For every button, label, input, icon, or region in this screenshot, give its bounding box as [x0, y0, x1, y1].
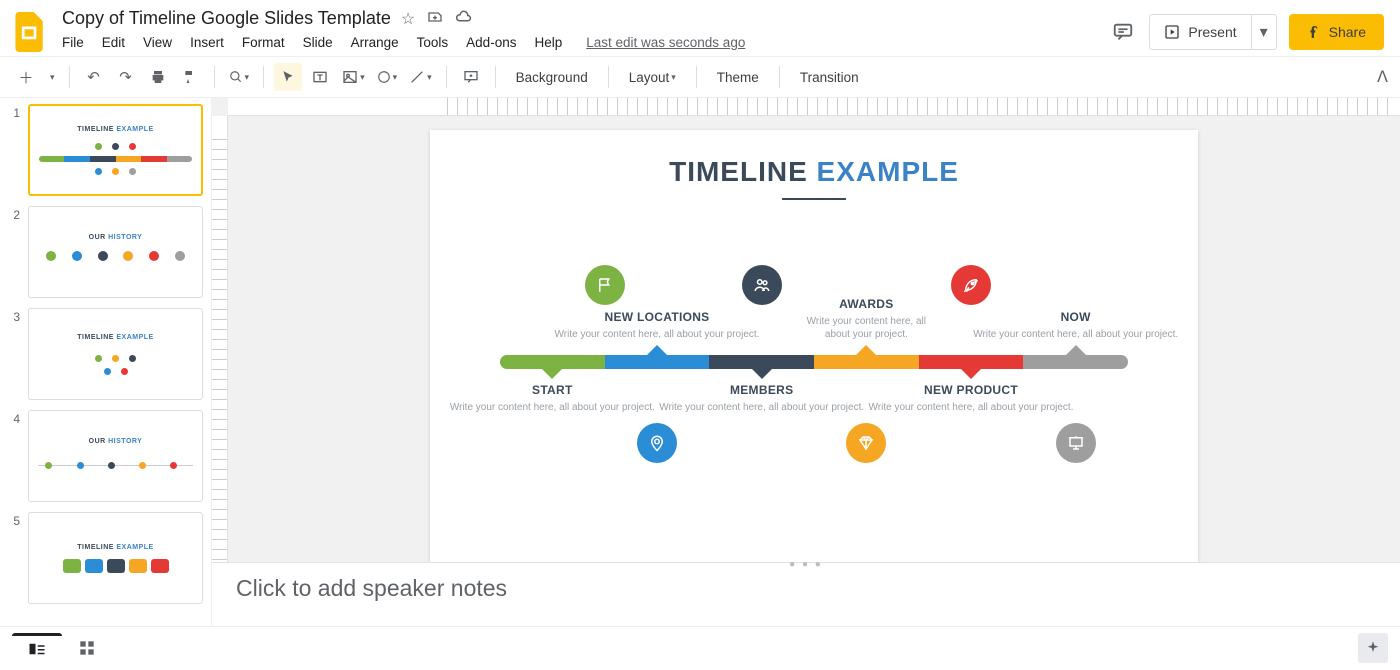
- slide-panel[interactable]: 1 TIMELINE EXAMPLE 2 OUR HISTORY 3 TIMEL…: [0, 98, 212, 626]
- timeline-bar[interactable]: START Write your content here, all about…: [500, 355, 1128, 369]
- slide-canvas[interactable]: TIMELINE EXAMPLE START Write your conten…: [430, 130, 1198, 562]
- present-button[interactable]: Present: [1150, 15, 1251, 49]
- cloud-status-icon[interactable]: [455, 9, 473, 29]
- menu-format[interactable]: Format: [242, 35, 285, 50]
- line-icon[interactable]: [405, 63, 436, 91]
- comment-insert-icon[interactable]: [457, 63, 485, 91]
- notes-placeholder: Click to add speaker notes: [236, 575, 507, 601]
- slide-thumb-3[interactable]: TIMELINE EXAMPLE: [28, 308, 203, 400]
- new-slide-dropdown[interactable]: [44, 63, 59, 91]
- slide-thumb-2[interactable]: OUR HISTORY: [28, 206, 203, 298]
- menu-file[interactable]: File: [62, 35, 84, 50]
- doc-title[interactable]: Copy of Timeline Google Slides Template: [62, 8, 391, 29]
- milestone-new-locations[interactable]: NEW LOCATIONS Write your content here, a…: [552, 310, 762, 341]
- canvas-area: TIMELINE EXAMPLE START Write your conten…: [212, 98, 1400, 626]
- redo-icon[interactable]: ↷: [112, 63, 140, 91]
- milestone-members[interactable]: MEMBERS Write your content here, all abo…: [657, 383, 867, 414]
- grid-view-icon[interactable]: [62, 633, 112, 663]
- layout-dropdown[interactable]: Layout: [619, 63, 686, 91]
- comments-icon[interactable]: [1109, 18, 1137, 46]
- background-button[interactable]: Background: [506, 63, 598, 91]
- menu-slide[interactable]: Slide: [303, 35, 333, 50]
- filmstrip-view-icon[interactable]: [12, 633, 62, 663]
- ruler-vertical: [212, 116, 228, 626]
- app-header: Copy of Timeline Google Slides Template …: [0, 0, 1400, 56]
- menu-edit[interactable]: Edit: [102, 35, 125, 50]
- menu-view[interactable]: View: [143, 35, 172, 50]
- users-icon: [742, 265, 782, 305]
- presentation-icon: [1056, 423, 1096, 463]
- menu-bar: File Edit View Insert Format Slide Arran…: [62, 31, 1097, 56]
- ruler-horizontal: [228, 98, 1400, 116]
- thumb-number: 2: [0, 206, 20, 298]
- flag-icon: [585, 265, 625, 305]
- share-button[interactable]: Share: [1289, 14, 1384, 50]
- menu-insert[interactable]: Insert: [190, 35, 224, 50]
- new-slide-button[interactable]: ＋: [12, 63, 40, 91]
- milestone-new-product[interactable]: NEW PRODUCT Write your content here, all…: [866, 383, 1076, 414]
- menu-addons[interactable]: Add-ons: [466, 35, 516, 50]
- theme-button[interactable]: Theme: [707, 63, 769, 91]
- speaker-notes[interactable]: ● ● ● Click to add speaker notes: [212, 562, 1400, 626]
- undo-icon[interactable]: ↶: [80, 63, 108, 91]
- slides-logo[interactable]: [10, 12, 50, 52]
- thumb-number: 5: [0, 512, 20, 604]
- toolbar: ＋ ↶ ↷ Background Layout Theme Transition…: [0, 56, 1400, 98]
- diamond-icon: [846, 423, 886, 463]
- milestone-start[interactable]: START Write your content here, all about…: [447, 383, 657, 414]
- zoom-dropdown[interactable]: [225, 63, 254, 91]
- slide-thumb-1[interactable]: TIMELINE EXAMPLE: [28, 104, 203, 196]
- thumb-number: 3: [0, 308, 20, 400]
- collapse-toolbar-icon[interactable]: ᐱ: [1377, 67, 1388, 87]
- thumb-number: 1: [0, 104, 20, 196]
- pin-icon: [637, 423, 677, 463]
- title-underline: [782, 198, 846, 200]
- slide-thumb-5[interactable]: TIMELINE EXAMPLE: [28, 512, 203, 604]
- menu-tools[interactable]: Tools: [417, 35, 449, 50]
- notes-drag-handle[interactable]: ● ● ●: [789, 559, 823, 570]
- menu-help[interactable]: Help: [534, 35, 562, 50]
- last-edit-link[interactable]: Last edit was seconds ago: [586, 35, 745, 50]
- shape-icon[interactable]: [373, 63, 402, 91]
- print-icon[interactable]: [144, 63, 172, 91]
- star-icon[interactable]: ☆: [401, 9, 415, 29]
- explore-icon[interactable]: [1358, 633, 1388, 663]
- select-tool-icon[interactable]: [274, 63, 302, 91]
- thumb-number: 4: [0, 410, 20, 502]
- menu-arrange[interactable]: Arrange: [351, 35, 399, 50]
- paint-format-icon[interactable]: [176, 63, 204, 91]
- slide-title[interactable]: TIMELINE EXAMPLE: [430, 156, 1198, 188]
- move-icon[interactable]: [427, 9, 443, 29]
- slide-thumb-4[interactable]: OUR HISTORY: [28, 410, 203, 502]
- rocket-icon: [951, 265, 991, 305]
- present-label: Present: [1188, 24, 1236, 40]
- bottom-bar: [0, 626, 1400, 668]
- present-dropdown[interactable]: ▾: [1252, 15, 1276, 49]
- share-label: Share: [1329, 24, 1366, 40]
- textbox-icon[interactable]: [306, 63, 334, 91]
- milestone-now[interactable]: NOW Write your content here, all about y…: [971, 310, 1181, 341]
- image-icon[interactable]: [338, 63, 369, 91]
- transition-button[interactable]: Transition: [790, 63, 869, 91]
- milestone-awards[interactable]: AWARDS Write your content here, all abou…: [806, 297, 926, 341]
